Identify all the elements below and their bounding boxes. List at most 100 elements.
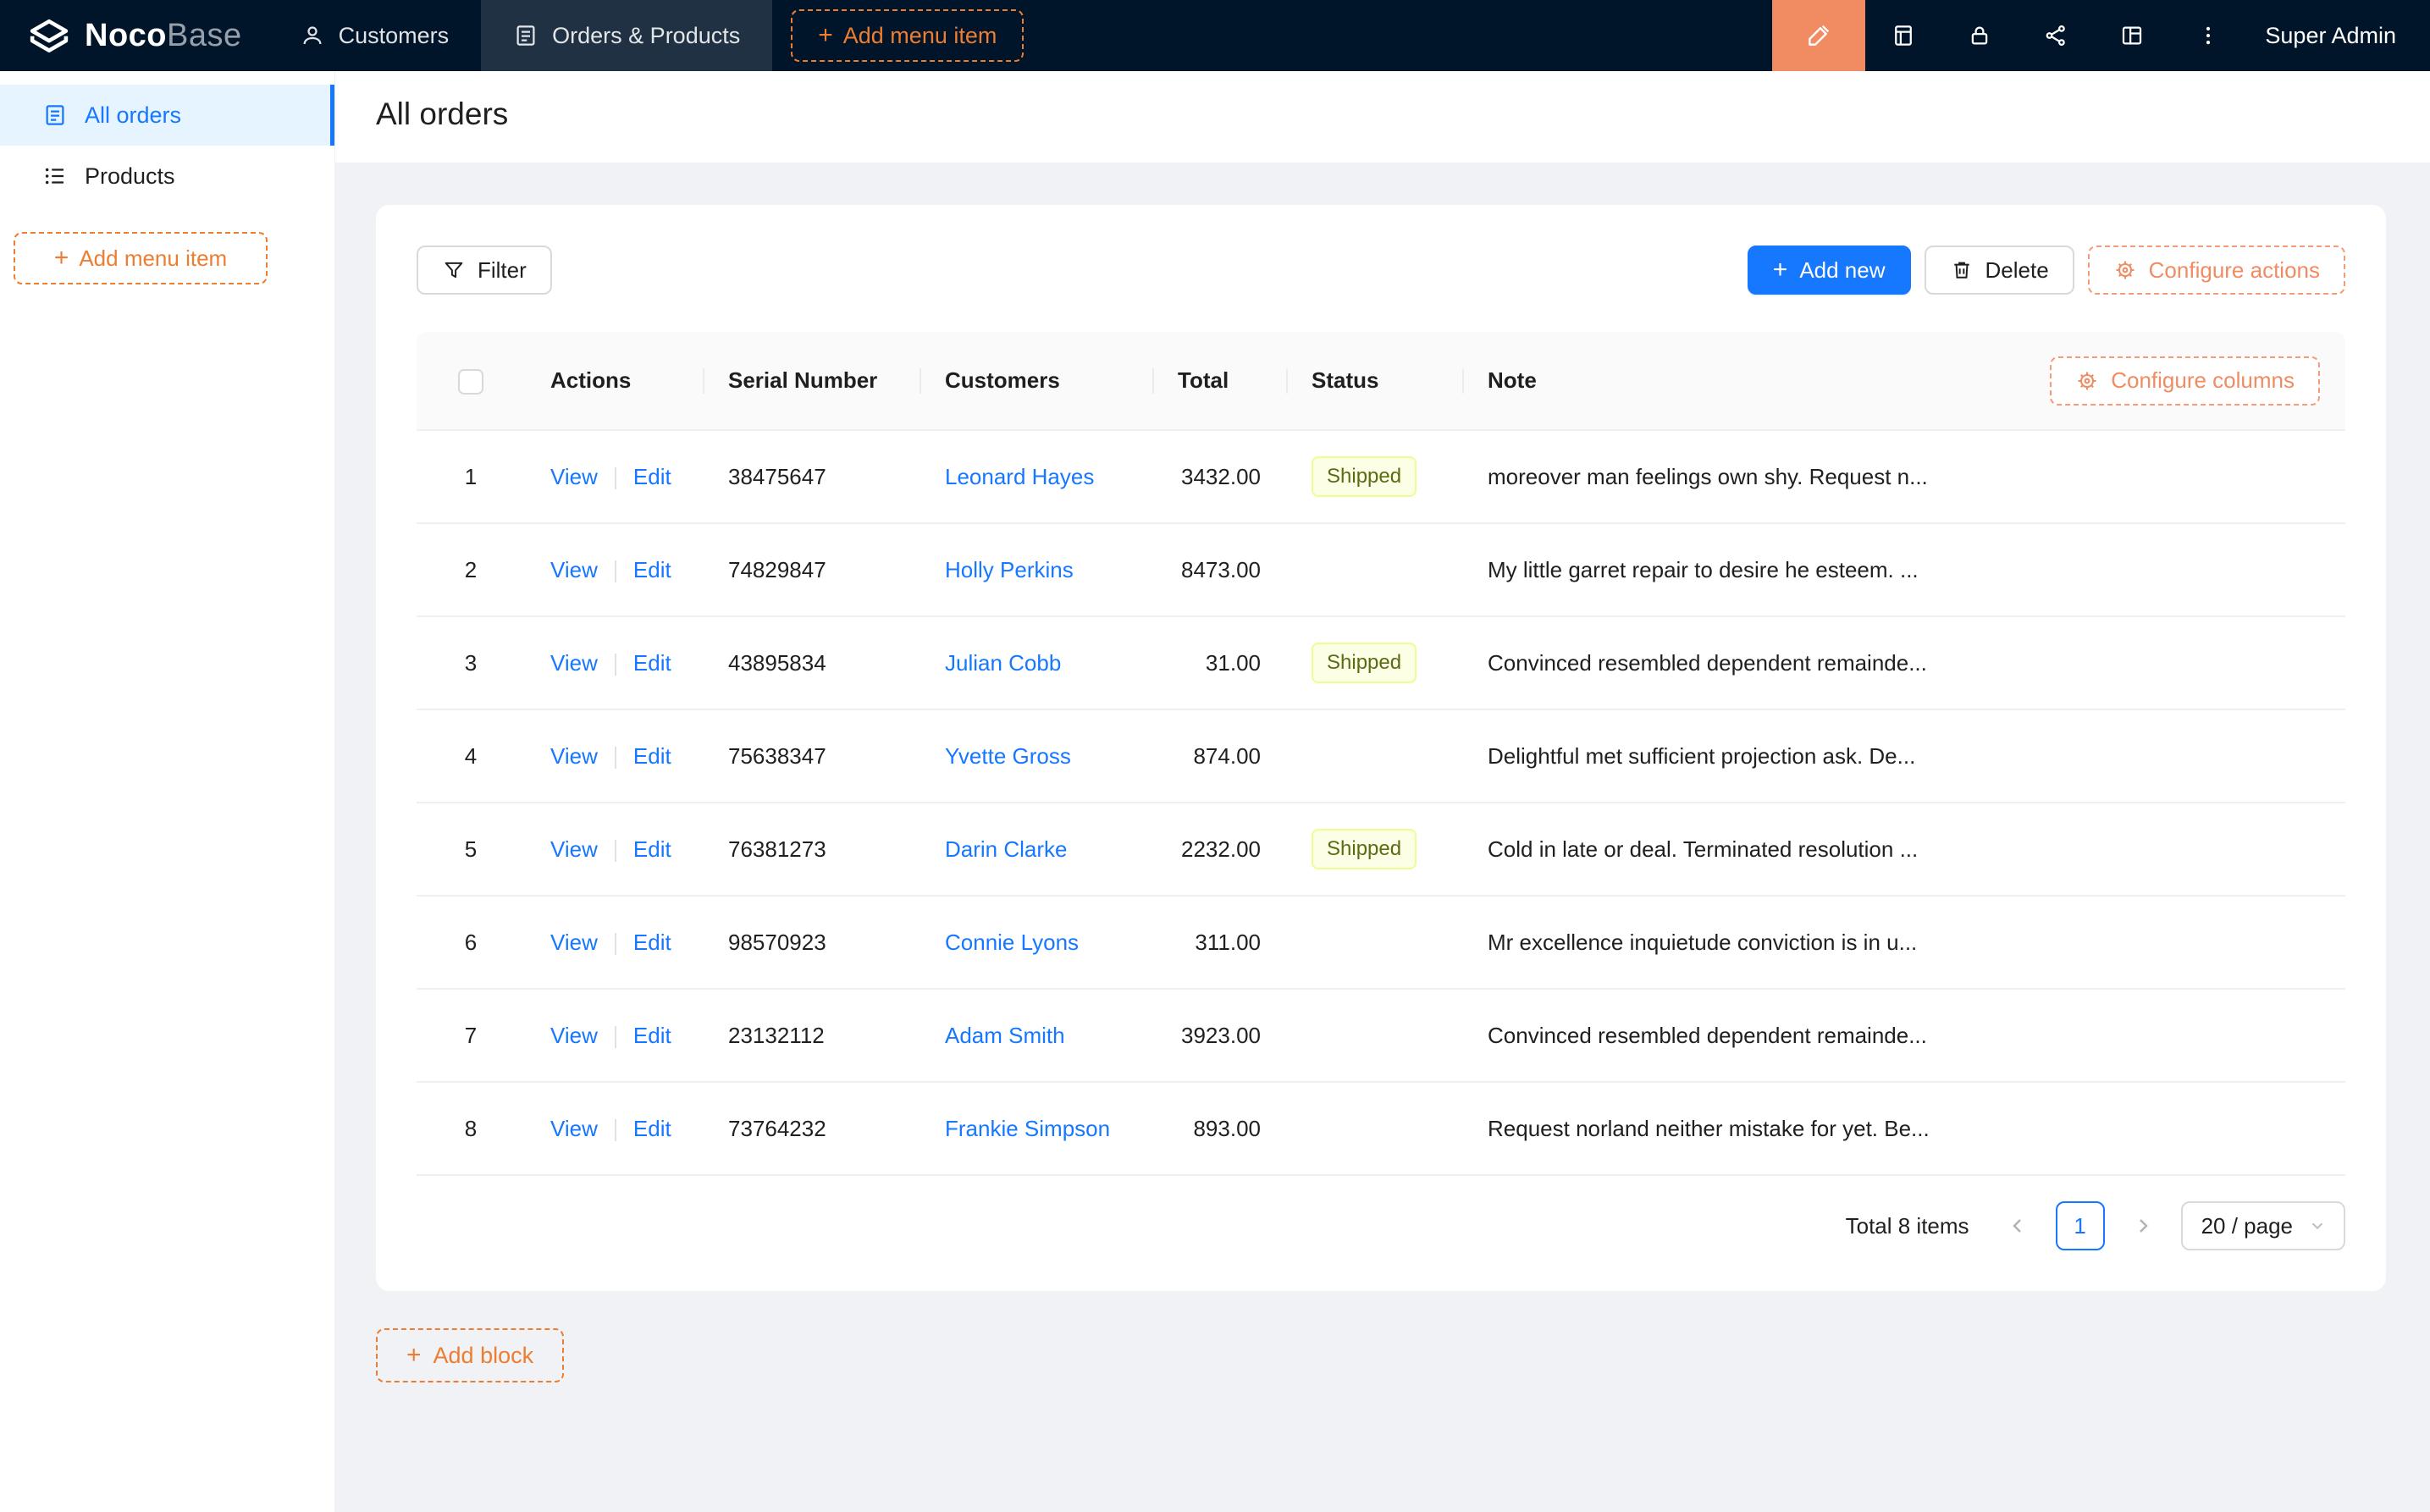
spacer-cell (2024, 1082, 2345, 1175)
customer-cell: Leonard Hayes (920, 430, 1152, 523)
note-cell: Mr excellence inquietude conviction is i… (1462, 896, 2024, 989)
pagination: Total 8 items 1 20 / page (417, 1201, 2345, 1250)
add-menu-item-button-navbar[interactable]: + Add menu item (791, 9, 1024, 62)
notebook-icon (1891, 23, 1916, 48)
orders-table: Actions Serial Number Customers Total St… (417, 332, 2345, 1176)
menu-tab-customers[interactable]: Customers (268, 0, 482, 71)
status-badge: Shipped (1312, 456, 1417, 497)
edit-link[interactable]: Edit (633, 464, 671, 489)
view-link[interactable]: View (550, 1023, 598, 1048)
row-index: 6 (417, 896, 525, 989)
configure-columns-button[interactable]: Configure columns (2050, 356, 2320, 406)
configure-columns-label: Configure columns (2111, 367, 2295, 394)
edit-link[interactable]: Edit (633, 930, 671, 955)
page-title: All orders (376, 97, 2389, 132)
note-cell: My little garret repair to desire he est… (1462, 523, 2024, 616)
column-header-note: Note (1462, 332, 2024, 430)
edit-link[interactable]: Edit (633, 743, 671, 769)
row-index: 2 (417, 523, 525, 616)
customer-link[interactable]: Holly Perkins (945, 557, 1074, 582)
view-link[interactable]: View (550, 930, 598, 955)
table-row: 6ViewEdit98570923Connie Lyons311.00Mr ex… (417, 896, 2345, 989)
customer-link[interactable]: Leonard Hayes (945, 464, 1094, 489)
delete-button[interactable]: Delete (1925, 246, 2074, 295)
pagination-prev-button[interactable] (1993, 1201, 2042, 1250)
view-link[interactable]: View (550, 650, 598, 676)
sidebar-item-products[interactable]: Products (0, 146, 334, 207)
main-menu: Customers Orders & Products (268, 0, 773, 71)
filter-button[interactable]: Filter (417, 246, 552, 295)
add-new-button[interactable]: + Add new (1748, 246, 1911, 295)
customer-link[interactable]: Connie Lyons (945, 930, 1079, 955)
edit-link[interactable]: Edit (633, 557, 671, 582)
main-area: All orders Filter + (335, 71, 2430, 1512)
table-row: 3ViewEdit43895834Julian Cobb31.00Shipped… (417, 616, 2345, 709)
status-cell: Shipped (1286, 430, 1462, 523)
more-button[interactable] (2170, 0, 2246, 71)
edit-link[interactable]: Edit (633, 1023, 671, 1048)
sidebar-item-label: All orders (85, 102, 181, 129)
column-header-customers: Customers (920, 332, 1152, 430)
pagination-next-button[interactable] (2118, 1201, 2168, 1250)
add-menu-item-label: Add menu item (843, 23, 997, 49)
api-button[interactable] (2018, 0, 2094, 71)
action-divider (615, 654, 616, 676)
view-link[interactable]: View (550, 557, 598, 582)
add-block-area: + Add block (376, 1291, 2386, 1433)
notebook-button[interactable] (1865, 0, 1941, 71)
logo-base: Base (167, 18, 242, 53)
pagination-page-1[interactable]: 1 (2056, 1201, 2105, 1250)
chevron-right-icon (2133, 1216, 2153, 1236)
note-cell: moreover man feelings own shy. Request n… (1462, 430, 2024, 523)
menu-tab-orders-products[interactable]: Orders & Products (481, 0, 772, 71)
plus-icon: + (818, 23, 833, 48)
nocobase-logo[interactable]: NocoBase (0, 0, 268, 71)
user-icon (300, 23, 325, 48)
add-menu-item-button-sidebar[interactable]: + Add menu item (14, 232, 268, 284)
customer-link[interactable]: Darin Clarke (945, 836, 1068, 862)
row-index: 8 (417, 1082, 525, 1175)
total-cell: 8473.00 (1152, 523, 1286, 616)
customer-link[interactable]: Adam Smith (945, 1023, 1065, 1048)
view-link[interactable]: View (550, 1116, 598, 1141)
serial-number-cell: 73764232 (703, 1082, 920, 1175)
ui-editor-button[interactable] (1772, 0, 1865, 71)
edit-link[interactable]: Edit (633, 650, 671, 676)
configure-actions-button[interactable]: Configure actions (2088, 246, 2345, 295)
edit-link[interactable]: Edit (633, 1116, 671, 1141)
lock-button[interactable] (1941, 0, 2018, 71)
layout-template-button[interactable] (2094, 0, 2170, 71)
customer-link[interactable]: Frankie Simpson (945, 1116, 1110, 1141)
page-size-select[interactable]: 20 / page (2181, 1201, 2345, 1250)
chevron-down-icon (2308, 1217, 2327, 1235)
add-block-button[interactable]: + Add block (376, 1328, 564, 1382)
spacer-cell (2024, 989, 2345, 1082)
customer-link[interactable]: Julian Cobb (945, 650, 1061, 676)
note-cell: Delightful met sufficient projection ask… (1462, 709, 2024, 803)
edit-link[interactable]: Edit (633, 836, 671, 862)
action-divider (615, 1119, 616, 1141)
row-index: 3 (417, 616, 525, 709)
view-link[interactable]: View (550, 836, 598, 862)
add-menu-item-label: Add menu item (79, 246, 227, 272)
navbar-right-tools: Super Admin (1772, 0, 2430, 71)
chevron-left-icon (2008, 1216, 2028, 1236)
serial-number-cell: 75638347 (703, 709, 920, 803)
status-cell (1286, 896, 1462, 989)
customer-cell: Connie Lyons (920, 896, 1152, 989)
row-index: 7 (417, 989, 525, 1082)
view-link[interactable]: View (550, 464, 598, 489)
user-menu[interactable]: Super Admin (2246, 0, 2430, 71)
add-new-label: Add new (1799, 257, 1885, 284)
customer-link[interactable]: Yvette Gross (945, 743, 1071, 769)
status-cell: Shipped (1286, 616, 1462, 709)
table-row: 7ViewEdit23132112Adam Smith3923.00Convin… (417, 989, 2345, 1082)
sidebar-item-all-orders[interactable]: All orders (0, 85, 334, 146)
row-index: 4 (417, 709, 525, 803)
note-cell: Convinced resembled dependent remainde..… (1462, 989, 2024, 1082)
gear-icon (2113, 258, 2137, 282)
status-badge: Shipped (1312, 829, 1417, 869)
view-link[interactable]: View (550, 743, 598, 769)
pagination-total: Total 8 items (1846, 1213, 1969, 1239)
select-all-checkbox[interactable] (458, 369, 483, 395)
